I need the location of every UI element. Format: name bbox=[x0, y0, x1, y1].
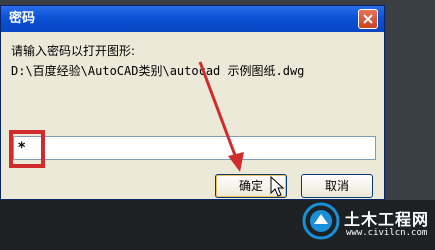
watermark-url: www.civilcn.com bbox=[346, 228, 428, 238]
mouse-cursor-icon bbox=[270, 176, 285, 197]
watermark: 土木工程网 www.civilcn.com bbox=[300, 200, 435, 250]
logo-icon bbox=[302, 202, 340, 240]
watermark-name: 土木工程网 bbox=[344, 210, 430, 229]
